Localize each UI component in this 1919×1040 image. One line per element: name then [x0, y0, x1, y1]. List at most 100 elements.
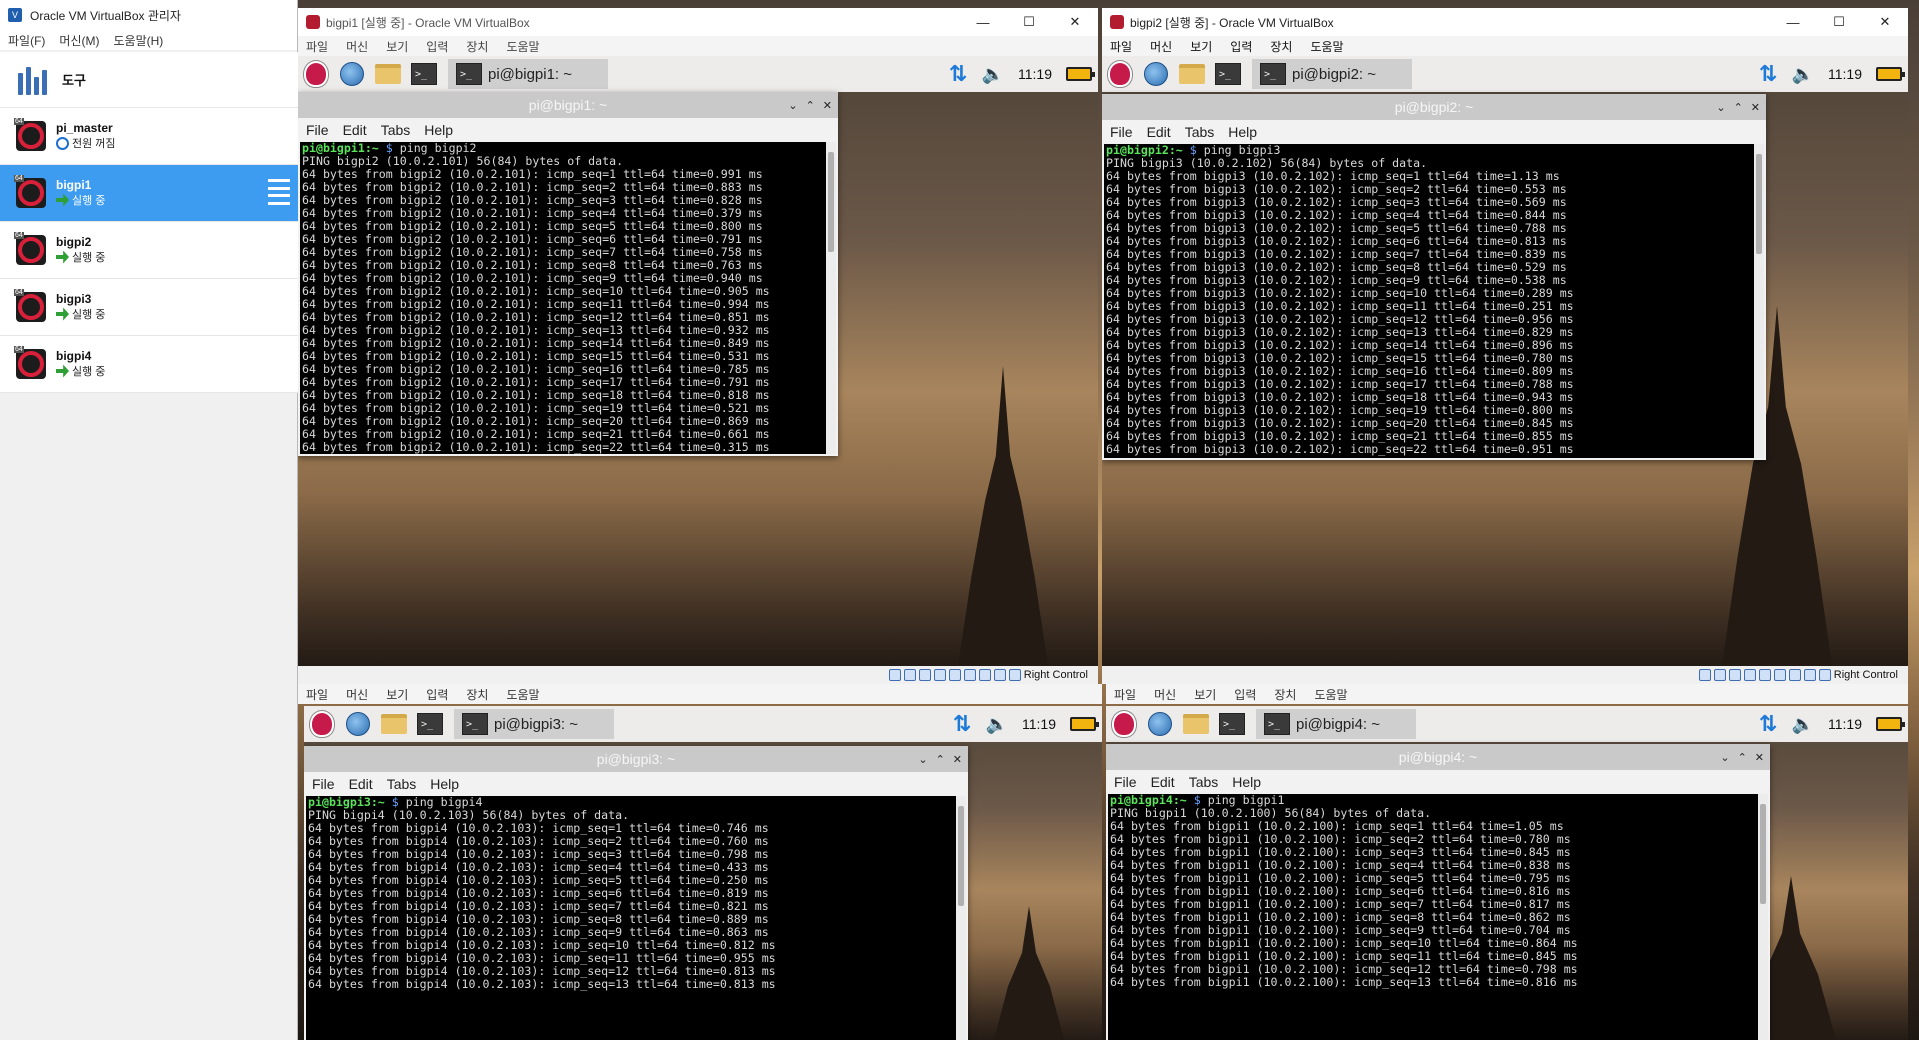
maximize-icon[interactable]: ☐ [1006, 8, 1052, 36]
terminal-launcher[interactable]: >_ [1210, 56, 1246, 92]
network-arrows-icon[interactable]: ⇅ [952, 712, 972, 736]
hdd-status-icon[interactable] [1698, 669, 1711, 681]
vm-item-bigpi4[interactable]: 64 bigpi4 실행 중 [0, 336, 298, 393]
network-status-icon[interactable] [1743, 669, 1756, 681]
terminal-output[interactable]: pi@bigpi1:~ $ ping bigpi2 PING bigpi2 (10… [300, 142, 836, 454]
vm-menu-view[interactable]: 보기 [386, 686, 408, 703]
volume-icon[interactable]: 🔈 [986, 714, 1008, 734]
term-menu-tabs[interactable]: Tabs [1185, 124, 1215, 140]
clock[interactable]: 11:19 [1828, 66, 1862, 82]
terminal-launcher[interactable]: >_ [406, 56, 442, 92]
vm-menu-machine[interactable]: 머신 [346, 38, 368, 55]
terminal-titlebar[interactable]: pi@bigpi4: ~ ⌄ ⌃ ✕ [1106, 744, 1770, 770]
browser-launcher[interactable] [1138, 56, 1174, 92]
mouse-status-icon[interactable] [1818, 669, 1831, 681]
term-menu-file[interactable]: File [1114, 774, 1137, 790]
term-menu-help[interactable]: Help [430, 776, 459, 792]
audio-status-icon[interactable] [918, 669, 931, 681]
taskbar-task-terminal[interactable]: >_ pi@bigpi2: ~ [1252, 59, 1412, 89]
raspberry-menu-button[interactable] [1106, 706, 1142, 742]
vm-menu-view[interactable]: 보기 [1190, 38, 1212, 55]
close-icon[interactable]: ✕ [1751, 101, 1760, 114]
shared-folder-status-icon[interactable] [1773, 669, 1786, 681]
term-menu-file[interactable]: File [306, 122, 329, 138]
vm-menu-file[interactable]: 파일 [1110, 38, 1132, 55]
vm-menu-help[interactable]: 도움말 [506, 686, 539, 703]
volume-icon[interactable]: 🔈 [1792, 64, 1814, 84]
vm-menu-input[interactable]: 입력 [1234, 686, 1256, 703]
network-arrows-icon[interactable]: ⇅ [1758, 62, 1778, 86]
vm-item-pi-master[interactable]: 64 pi_master 전원 꺼짐 [0, 108, 298, 165]
usb-status-icon[interactable] [1758, 669, 1771, 681]
file-manager-launcher[interactable] [376, 706, 412, 742]
terminal-scrollbar[interactable] [956, 796, 966, 1040]
guest-screen[interactable]: >_ >_ pi@bigpi1: ~ ⇅ 🔈 11:19 pi@bigpi1: ~… [298, 56, 1098, 666]
vm-details-menu-icon[interactable] [268, 179, 290, 205]
term-menu-tabs[interactable]: Tabs [381, 122, 411, 138]
guest-screen[interactable]: >_ >_ pi@bigpi4: ~ ⇅ 🔈 11:19 pi@bigpi4: ~… [1106, 706, 1908, 1040]
minimize-icon[interactable]: — [960, 8, 1006, 36]
chevron-up-icon[interactable]: ⌃ [1738, 751, 1747, 764]
terminal-output[interactable]: pi@bigpi2:~ $ ping bigpi3 PING bigpi3 (10… [1104, 144, 1764, 458]
browser-launcher[interactable] [340, 706, 376, 742]
clock[interactable]: 11:19 [1022, 716, 1056, 732]
terminal-scrollbar[interactable] [1758, 794, 1768, 1040]
vm-menu-input[interactable]: 입력 [1230, 38, 1252, 55]
vm-menu-input[interactable]: 입력 [426, 38, 448, 55]
chevron-up-icon[interactable]: ⌃ [1734, 101, 1743, 114]
vm-menu-input[interactable]: 입력 [426, 686, 448, 703]
vm-menu-file[interactable]: 파일 [306, 38, 328, 55]
clock[interactable]: 11:19 [1828, 716, 1862, 732]
raspberry-menu-button[interactable] [298, 56, 334, 92]
term-menu-tabs[interactable]: Tabs [387, 776, 417, 792]
battery-icon[interactable] [1066, 67, 1095, 81]
optical-status-icon[interactable] [903, 669, 916, 681]
vm-menu-view[interactable]: 보기 [1194, 686, 1216, 703]
term-menu-edit[interactable]: Edit [349, 776, 373, 792]
terminal-scrollbar[interactable] [826, 142, 836, 454]
term-menu-tabs[interactable]: Tabs [1189, 774, 1219, 790]
menu-help[interactable]: 도움말(H) [113, 32, 163, 49]
tools-item[interactable]: 도구 [0, 52, 298, 108]
audio-status-icon[interactable] [1728, 669, 1741, 681]
taskbar-task-terminal[interactable]: >_ pi@bigpi3: ~ [454, 709, 614, 739]
clock[interactable]: 11:19 [1018, 66, 1052, 82]
browser-launcher[interactable] [334, 56, 370, 92]
vm-menu-help[interactable]: 도움말 [1310, 38, 1343, 55]
term-menu-help[interactable]: Help [1232, 774, 1261, 790]
display-status-icon[interactable] [978, 669, 991, 681]
close-icon[interactable]: ✕ [1052, 8, 1098, 36]
terminal-launcher[interactable]: >_ [1214, 706, 1250, 742]
vm-item-bigpi1[interactable]: 64 bigpi1 실행 중 [0, 165, 298, 222]
recording-status-icon[interactable] [993, 669, 1006, 681]
vm-menu-devices[interactable]: 장치 [1270, 38, 1292, 55]
vm-menu-help[interactable]: 도움말 [1314, 686, 1347, 703]
guest-screen[interactable]: >_ >_ pi@bigpi2: ~ ⇅ 🔈 11:19 pi@bigpi2: ~… [1102, 56, 1908, 666]
hdd-status-icon[interactable] [888, 669, 901, 681]
battery-icon[interactable] [1070, 717, 1099, 731]
battery-icon[interactable] [1876, 717, 1905, 731]
chevron-up-icon[interactable]: ⌃ [936, 753, 945, 766]
vm-menu-file[interactable]: 파일 [306, 686, 328, 703]
close-icon[interactable]: ✕ [953, 753, 962, 766]
browser-launcher[interactable] [1142, 706, 1178, 742]
volume-icon[interactable]: 🔈 [982, 64, 1004, 84]
taskbar-task-terminal[interactable]: >_ pi@bigpi1: ~ [448, 59, 608, 89]
file-manager-launcher[interactable] [1174, 56, 1210, 92]
optical-status-icon[interactable] [1713, 669, 1726, 681]
close-icon[interactable]: ✕ [823, 99, 832, 112]
terminal-scrollbar[interactable] [1754, 144, 1764, 458]
network-status-icon[interactable] [933, 669, 946, 681]
file-manager-launcher[interactable] [370, 56, 406, 92]
terminal-output[interactable]: pi@bigpi3:~ $ ping bigpi4 PING bigpi4 (10… [306, 796, 966, 1040]
battery-icon[interactable] [1876, 67, 1905, 81]
network-arrows-icon[interactable]: ⇅ [948, 62, 968, 86]
vm-menu-machine[interactable]: 머신 [346, 686, 368, 703]
vm-menu-view[interactable]: 보기 [386, 38, 408, 55]
vm-menu-help[interactable]: 도움말 [506, 38, 539, 55]
menu-machine[interactable]: 머신(M) [59, 32, 99, 49]
volume-icon[interactable]: 🔈 [1792, 714, 1814, 734]
mouse-status-icon[interactable] [1008, 669, 1021, 681]
chevron-down-icon[interactable]: ⌄ [918, 753, 927, 766]
terminal-titlebar[interactable]: pi@bigpi1: ~ ⌄ ⌃ ✕ [298, 92, 838, 118]
